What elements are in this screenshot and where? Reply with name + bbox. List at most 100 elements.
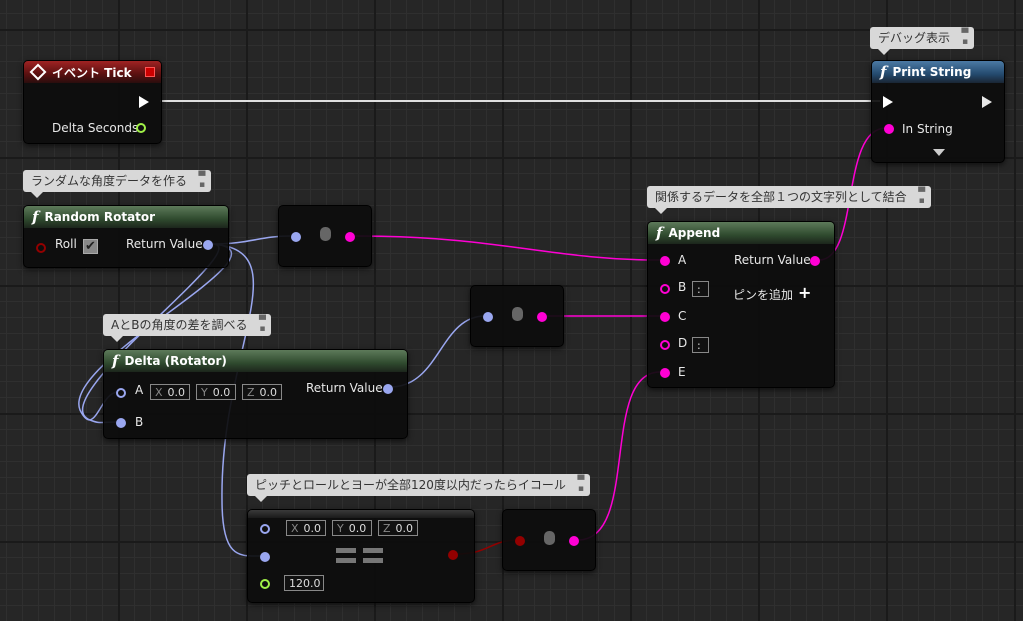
add-pin-label[interactable]: ピンを追加 — [733, 286, 793, 303]
comment-equal[interactable]: ピッチとロールとヨーが全部120度以内だったらイコール ▀ ▪ — [247, 474, 590, 502]
a-x-field[interactable]: X 0.0 — [286, 520, 326, 536]
b-pin[interactable] — [660, 284, 670, 294]
roll-label: Roll — [55, 237, 77, 251]
function-icon: f — [32, 208, 39, 226]
a-z-field[interactable]: Z 0.0 — [242, 384, 282, 400]
node-header[interactable]: イベント Tick — [24, 61, 161, 83]
delta-rotator-node[interactable]: f Delta (Rotator) A X 0.0 Y 0.0 Z 0.0 Retur… — [103, 349, 408, 439]
e-label: E — [678, 365, 686, 379]
a-y-field[interactable]: Y 0.0 — [196, 384, 236, 400]
e-pin[interactable] — [660, 368, 670, 378]
tolerance-pin[interactable] — [260, 579, 270, 589]
x-value: 0.0 — [303, 522, 322, 535]
conversion-node-1[interactable] — [278, 205, 372, 267]
a-pin[interactable] — [660, 256, 670, 266]
return-value-pin[interactable] — [383, 384, 393, 394]
node-header[interactable]: f Append — [648, 222, 834, 244]
node-header[interactable]: f Delta (Rotator) — [104, 350, 407, 372]
return-value-pin[interactable] — [448, 550, 458, 560]
pin-icon[interactable]: ▀ ▪ — [257, 317, 267, 334]
a-label: A — [678, 253, 687, 267]
in-string-pin[interactable] — [884, 124, 894, 134]
d-pin[interactable] — [660, 340, 670, 350]
node-header[interactable]: f Random Rotator — [24, 206, 228, 228]
comment-text: ピッチとロールとヨーが全部120度以内だったらイコール — [255, 478, 566, 492]
a-z-field[interactable]: Z 0.0 — [378, 520, 418, 536]
append-node[interactable]: f Append A Return Value B : ピンを追加 + C D … — [647, 221, 835, 388]
pin-icon[interactable]: ▀ ▪ — [197, 173, 207, 190]
x-axis-label: X — [155, 386, 163, 399]
comment-append[interactable]: 関係するデータを全部１つの文字列として結合 ▀ ▪ — [647, 186, 931, 214]
random-rotator-node[interactable]: f Random Rotator Roll ✔ Return Value — [23, 205, 229, 268]
node-title: Print String — [892, 65, 972, 79]
exec-out-pin[interactable] — [139, 96, 149, 108]
input-pin[interactable] — [483, 312, 493, 322]
comment-text: 関係するデータを全部１つの文字列として結合 — [655, 190, 907, 204]
conversion-icon — [512, 307, 523, 321]
pin-icon[interactable]: ▀ ▪ — [960, 30, 970, 47]
node-title: Append — [668, 226, 721, 240]
input-pin[interactable] — [291, 232, 301, 242]
b-pin[interactable] — [116, 418, 126, 428]
conversion-icon — [544, 531, 555, 545]
y-value: 0.0 — [348, 522, 367, 535]
function-icon: f — [880, 63, 887, 81]
z-axis-label: Z — [383, 522, 391, 535]
event-tick-node[interactable]: イベント Tick Delta Seconds — [23, 60, 162, 144]
y-axis-label: Y — [337, 522, 344, 535]
a-y-field[interactable]: Y 0.0 — [332, 520, 372, 536]
breakpoint-icon[interactable] — [145, 67, 155, 77]
roll-pin[interactable] — [36, 243, 46, 253]
z-axis-label: Z — [247, 386, 255, 399]
d-label: D — [678, 336, 688, 350]
equals-icon — [336, 548, 384, 566]
output-pin[interactable] — [345, 232, 355, 242]
a-x-field[interactable]: X 0.0 — [150, 384, 190, 400]
z-value: 0.0 — [259, 386, 278, 399]
z-value: 0.0 — [395, 522, 414, 535]
return-value-label: Return Value — [306, 381, 383, 395]
print-string-node[interactable]: f Print String In String — [871, 60, 1005, 163]
node-title: Random Rotator — [44, 210, 156, 224]
b-label: B — [678, 280, 687, 294]
exec-out-pin[interactable] — [982, 96, 992, 108]
exec-in-pin[interactable] — [883, 96, 893, 108]
comment-debug-display[interactable]: デバッグ表示 ▀ ▪ — [870, 27, 975, 55]
pin-icon[interactable]: ▀ ▪ — [576, 477, 586, 494]
return-value-pin[interactable] — [203, 240, 213, 250]
return-value-label: Return Value — [734, 253, 811, 267]
function-icon: f — [656, 224, 663, 242]
return-value-pin[interactable] — [810, 256, 820, 266]
add-pin-plus-icon[interactable]: + — [798, 285, 811, 301]
node-header[interactable]: f Print String — [872, 61, 1004, 83]
comment-text: デバッグ表示 — [878, 31, 951, 45]
node-header-strip[interactable] — [248, 510, 474, 518]
pin-icon[interactable]: ▀ ▪ — [917, 189, 927, 206]
output-pin[interactable] — [537, 312, 547, 322]
tolerance-field[interactable]: 120.0 — [284, 575, 324, 591]
input-pin[interactable] — [515, 536, 525, 546]
expand-arrow-icon[interactable] — [933, 149, 945, 156]
equal-rotator-node[interactable]: X 0.0 Y 0.0 Z 0.0 120.0 — [247, 509, 475, 603]
b-field[interactable]: : — [692, 281, 709, 297]
c-label: C — [678, 309, 687, 323]
c-pin[interactable] — [660, 312, 670, 322]
d-field[interactable]: : — [692, 337, 709, 353]
conversion-node-3[interactable] — [502, 509, 596, 571]
wire-conv1-to-append-a — [354, 235, 661, 261]
b-pin[interactable] — [260, 552, 270, 562]
x-value: 0.0 — [167, 386, 186, 399]
conversion-node-2[interactable] — [470, 285, 564, 347]
in-string-label: In String — [902, 122, 953, 136]
a-pin[interactable] — [116, 388, 126, 398]
node-title: Delta (Rotator) — [124, 354, 227, 368]
event-diamond-icon — [29, 63, 47, 81]
y-value: 0.0 — [212, 386, 231, 399]
comment-delta[interactable]: AとBの角度の差を調べる ▀ ▪ — [103, 314, 272, 342]
delta-seconds-pin[interactable] — [136, 123, 146, 133]
output-pin[interactable] — [569, 536, 579, 546]
a-pin[interactable] — [260, 524, 270, 534]
roll-checkbox[interactable]: ✔ — [83, 239, 98, 254]
node-title: イベント Tick — [52, 65, 132, 80]
comment-random-rotator[interactable]: ランダムな角度データを作る ▀ ▪ — [23, 170, 212, 198]
